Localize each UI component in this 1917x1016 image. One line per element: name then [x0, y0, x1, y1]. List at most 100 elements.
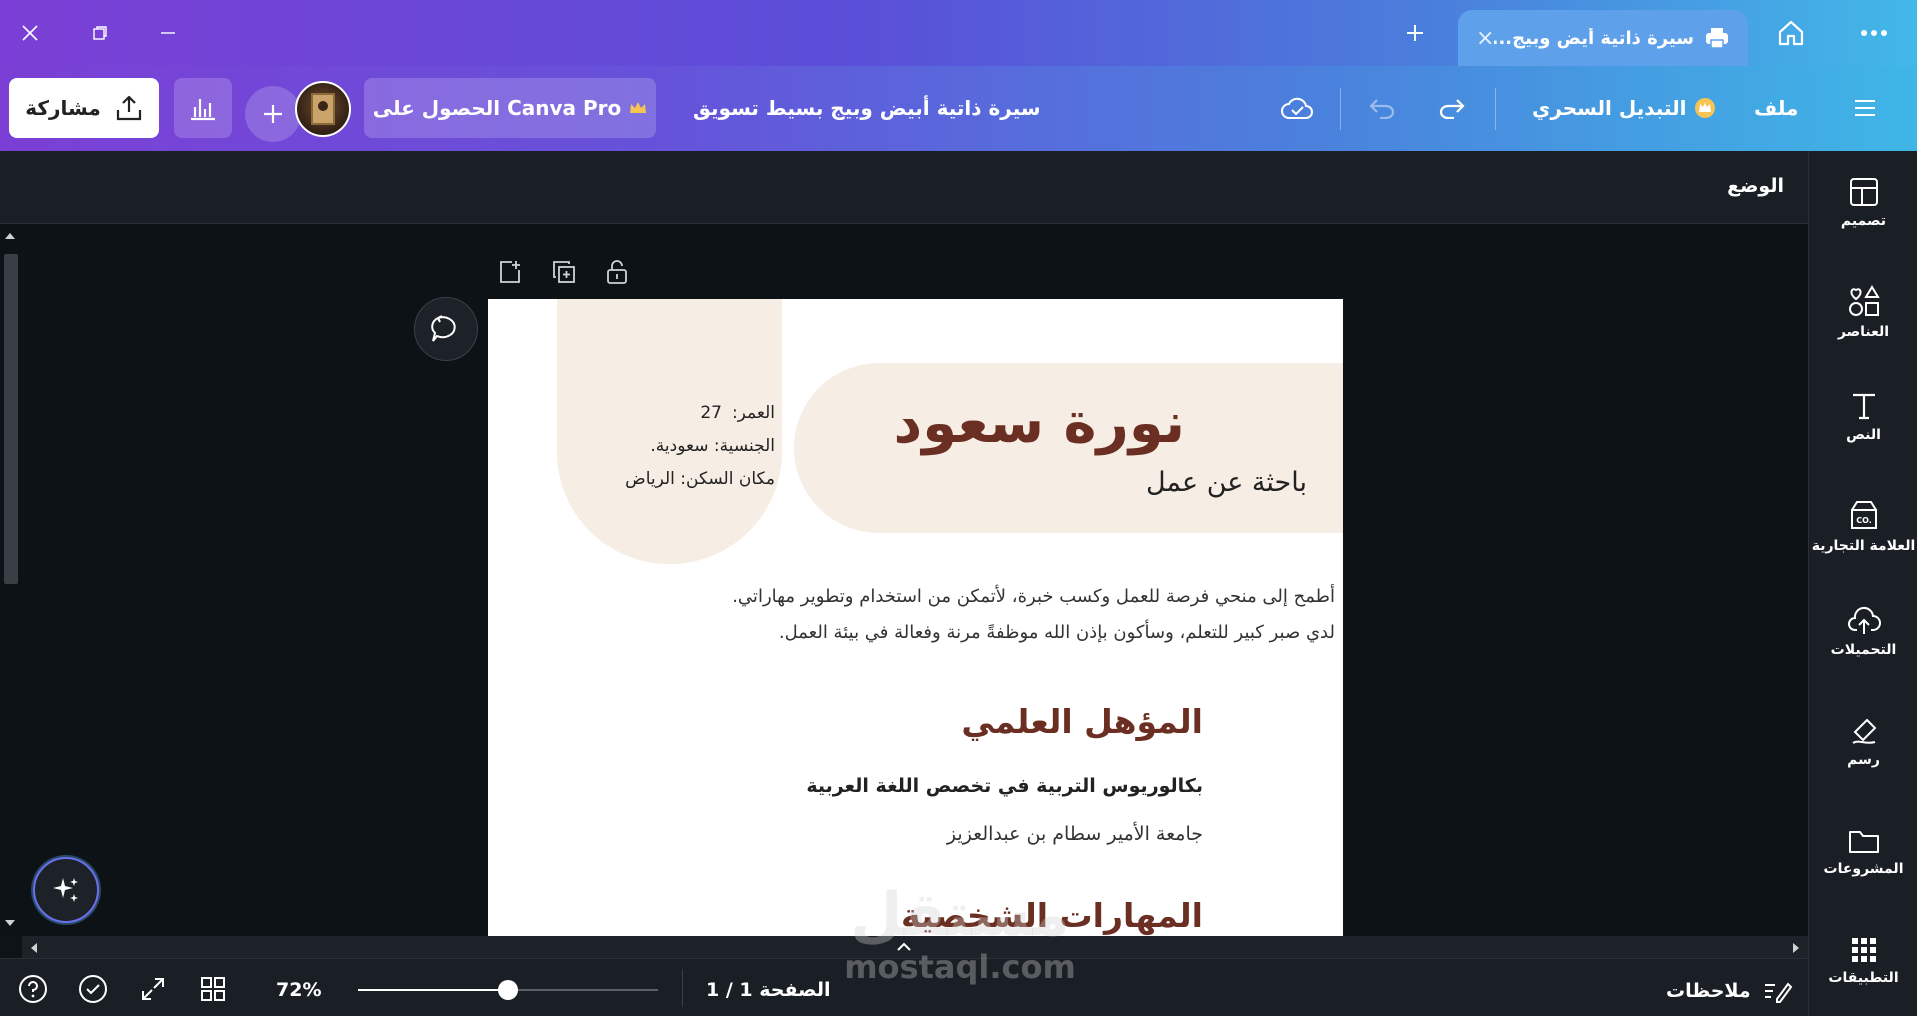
- tab-close-button[interactable]: ×: [1476, 26, 1494, 51]
- user-avatar[interactable]: [295, 81, 351, 137]
- fullscreen-button[interactable]: [137, 973, 169, 1005]
- undo-icon: [1369, 99, 1395, 119]
- scroll-up-icon: [5, 233, 15, 239]
- duplicate-page-button[interactable]: [548, 256, 580, 288]
- notes-button[interactable]: ملاحظات: [1666, 979, 1793, 1003]
- summary-line-2[interactable]: لدي صبر كبير للتعلم، وسأكون بإذن الله مو…: [779, 622, 1335, 643]
- new-tab-button[interactable]: [1395, 13, 1435, 53]
- more-options-button[interactable]: [1854, 13, 1894, 53]
- pro-label: الحصول على Canva Pro: [372, 96, 622, 120]
- sparkles-icon: [53, 878, 78, 902]
- zoom-slider-fill: [358, 989, 508, 991]
- add-page-icon: [500, 261, 520, 283]
- sidebar-item-uploads[interactable]: التحميلات: [1809, 606, 1917, 658]
- watermark-arabic: مستقل: [850, 880, 1070, 950]
- document-title[interactable]: سيرة ذاتية أبيض وبيج بسيط تسويق: [693, 96, 1041, 120]
- svg-text:CO.: CO.: [1856, 516, 1872, 525]
- get-canva-pro-button[interactable]: الحصول على Canva Pro: [364, 78, 656, 138]
- undo-button[interactable]: [1360, 86, 1404, 130]
- zoom-percentage[interactable]: 72%: [276, 979, 321, 1001]
- plus-icon: [264, 105, 282, 123]
- degree-text[interactable]: بكالوريوس التربية في تخصص اللغة العربية: [806, 775, 1203, 797]
- zoom-slider-handle[interactable]: [498, 980, 518, 1000]
- summary-line-1[interactable]: أطمح إلى منحي فرصة للعمل وكسب خبرة، لأتم…: [732, 586, 1335, 607]
- help-icon: [19, 975, 47, 1003]
- expand-icon: [142, 978, 164, 1000]
- sidebar-item-text[interactable]: النص: [1809, 391, 1917, 443]
- window-close-button[interactable]: [10, 13, 50, 53]
- text-icon: [1852, 393, 1875, 420]
- home-icon: [1778, 20, 1804, 46]
- share-upload-icon: [116, 95, 141, 121]
- page-indicator[interactable]: الصفحة 1 / 1: [706, 979, 831, 1001]
- scroll-down-icon: [5, 920, 15, 926]
- position-mode-button[interactable]: الوضع: [1727, 175, 1784, 197]
- tab-title: سيرة ذاتية أيض وبيج...: [1494, 27, 1694, 49]
- file-menu[interactable]: ملف: [1754, 96, 1798, 120]
- education-title[interactable]: المؤهل العلمي: [961, 702, 1203, 741]
- duplicate-icon: [553, 261, 575, 283]
- home-button[interactable]: [1771, 13, 1811, 53]
- hamburger-icon: [1855, 100, 1875, 116]
- resume-page[interactable]: نورة سعود باحثة عن عمل العمر: 27 الجنسية…: [488, 299, 1343, 936]
- sidebar-item-projects[interactable]: المشروعات: [1809, 827, 1917, 877]
- save-status-button[interactable]: [1275, 86, 1319, 130]
- accessibility-check-button[interactable]: [77, 973, 109, 1005]
- window-minimize-button[interactable]: [148, 13, 188, 53]
- window-restore-button[interactable]: [80, 13, 120, 53]
- age-line[interactable]: العمر: 27: [700, 403, 775, 423]
- right-sidebar: تصميم العناصر النص CO. العلامة التجارية …: [1808, 151, 1917, 1016]
- add-page-button[interactable]: [494, 256, 526, 288]
- lock-page-button[interactable]: [601, 256, 633, 288]
- insights-button[interactable]: [174, 78, 232, 138]
- more-horizontal-icon: [1861, 30, 1887, 36]
- shapes-icon: [1848, 285, 1880, 316]
- grid-view-icon: [201, 977, 225, 1001]
- brand-icon: CO.: [1850, 501, 1877, 529]
- magic-switch-button[interactable]: التبديل السحري: [1532, 96, 1716, 120]
- main-menu-button[interactable]: [1843, 86, 1887, 130]
- restore-icon: [93, 26, 107, 40]
- title-bar: سيرة ذاتية أيض وبيج... ×: [0, 0, 1917, 66]
- apps-grid-icon: [1851, 938, 1876, 962]
- magic-assistant-button[interactable]: [33, 857, 99, 923]
- resume-role[interactable]: باحثة عن عمل: [1146, 467, 1307, 498]
- redo-icon: [1439, 99, 1465, 119]
- sidebar-item-design[interactable]: تصميم: [1809, 177, 1917, 229]
- redo-button[interactable]: [1430, 86, 1474, 130]
- nationality-line[interactable]: الجنسية: سعودية.: [650, 436, 775, 456]
- close-icon: [22, 25, 38, 41]
- residence-line[interactable]: مكان السكن: الرياض: [625, 469, 775, 489]
- share-label: مشاركة: [25, 96, 101, 120]
- crown-icon: [630, 102, 647, 113]
- sidebar-item-brand[interactable]: CO. العلامة التجارية: [1809, 498, 1917, 554]
- minimize-icon: [161, 32, 175, 34]
- check-circle-icon: [79, 975, 107, 1003]
- share-button[interactable]: مشاركة: [9, 78, 159, 138]
- scroll-left-icon: [31, 943, 37, 953]
- resume-name[interactable]: نورة سعود: [894, 391, 1185, 456]
- sidebar-item-draw[interactable]: رسم: [1809, 716, 1917, 768]
- upload-cloud-icon: [1847, 607, 1881, 634]
- help-button[interactable]: [17, 973, 49, 1005]
- folder-icon: [1848, 831, 1879, 853]
- avatar-image-icon: [311, 93, 335, 125]
- comment-refresh-button[interactable]: [414, 297, 478, 361]
- comment-rotate-icon: [431, 315, 456, 342]
- sidebar-item-elements[interactable]: العناصر: [1809, 284, 1917, 340]
- notes-pen-icon: [1764, 982, 1792, 1003]
- scroll-right-icon: [1793, 943, 1799, 953]
- editor-subheader: الوضع: [0, 151, 1808, 224]
- grid-view-button[interactable]: [197, 973, 229, 1005]
- university-text[interactable]: جامعة الأمير سطام بن عبدالعزيز: [947, 823, 1203, 845]
- document-tab[interactable]: سيرة ذاتية أيض وبيج... ×: [1458, 10, 1748, 66]
- sidebar-item-apps[interactable]: التطبيقات: [1809, 936, 1917, 986]
- cloud-check-icon: [1281, 97, 1313, 119]
- layout-icon: [1849, 178, 1878, 206]
- plus-icon: [1407, 25, 1423, 41]
- vertical-scroll-thumb[interactable]: [4, 254, 18, 584]
- info-arch-shape: [557, 299, 782, 564]
- invite-button[interactable]: [245, 86, 301, 142]
- zoom-slider[interactable]: [358, 980, 658, 1000]
- watermark-latin: mostaql.com: [844, 948, 1076, 986]
